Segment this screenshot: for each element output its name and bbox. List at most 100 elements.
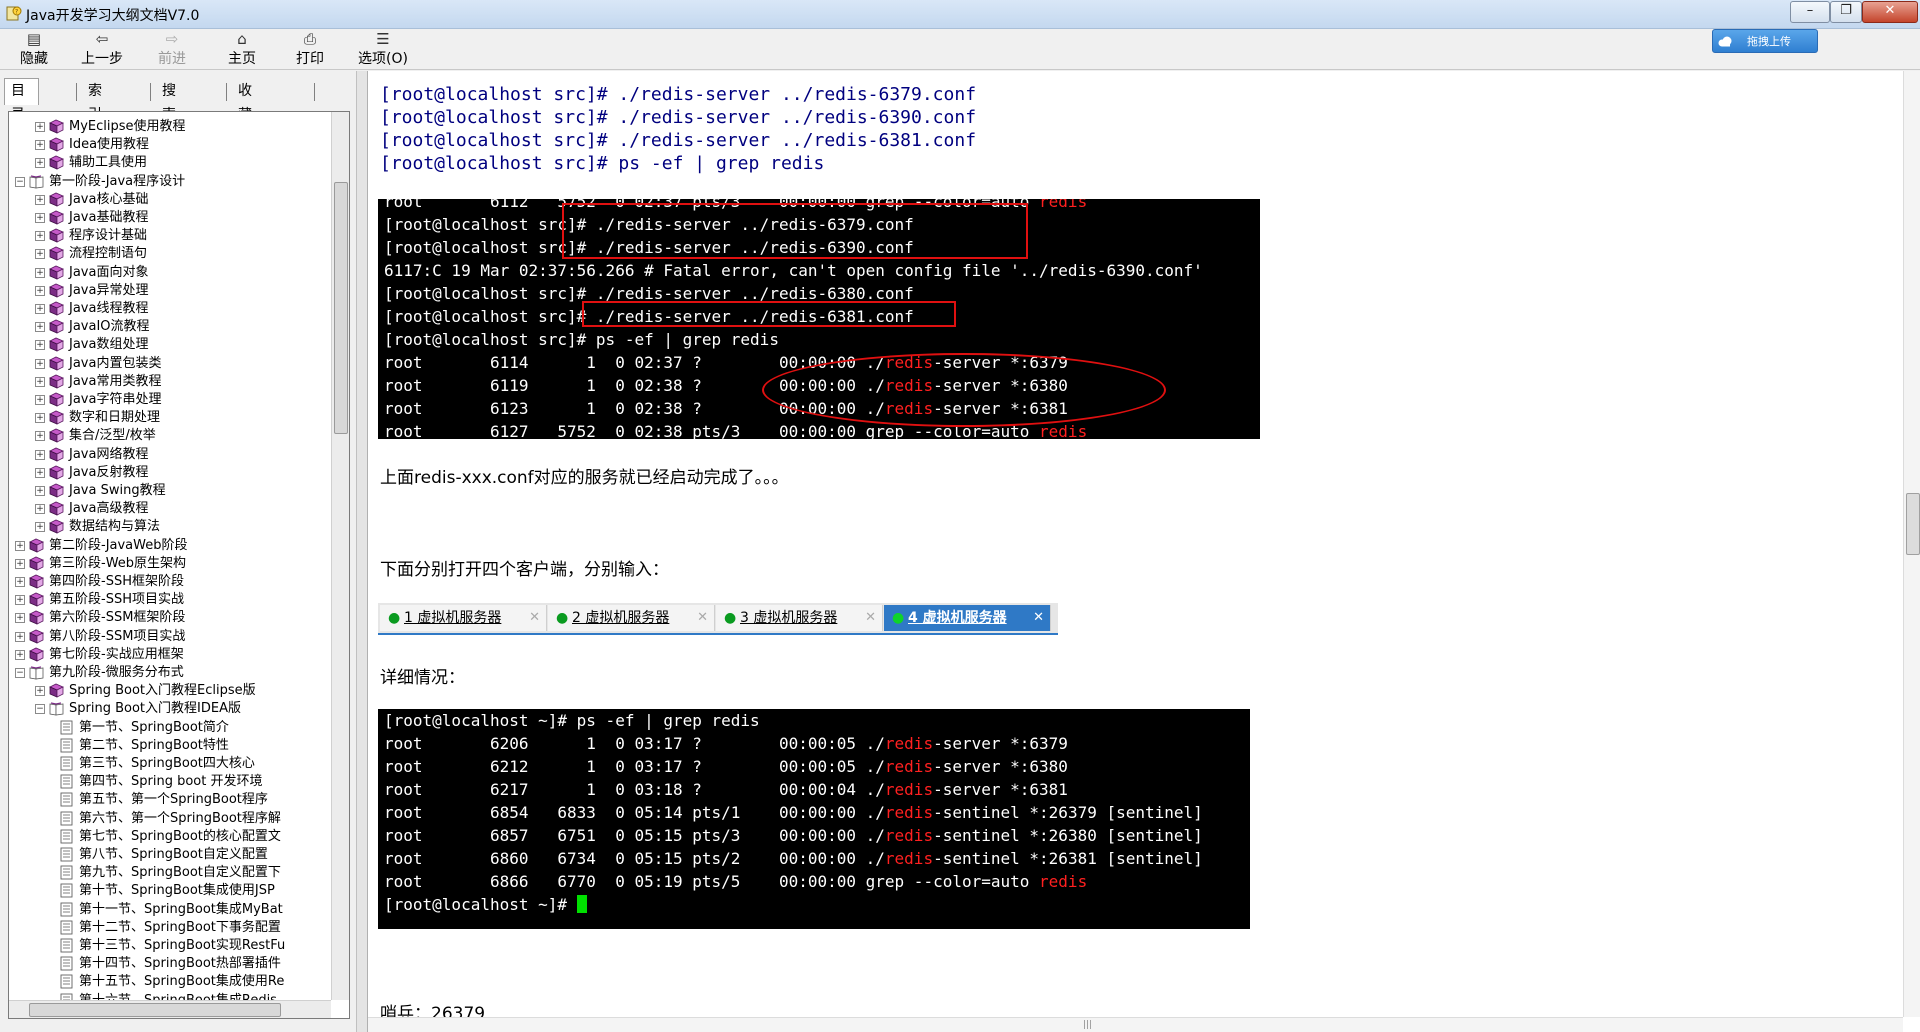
tree-item-label: 第三节、SpringBoot四大核心: [79, 756, 255, 771]
tree-item-label: 第七阶段-实战应用框架: [49, 646, 184, 662]
book-icon: [49, 228, 64, 243]
client-tab-2[interactable]: ● 2 虚拟机服务器 ✕: [548, 605, 715, 631]
expand-icon[interactable]: +: [35, 686, 45, 697]
page-icon: [59, 792, 74, 807]
client-tab-1[interactable]: ● 1 虚拟机服务器 ✕: [380, 605, 547, 631]
expand-icon[interactable]: +: [35, 449, 45, 460]
book-icon: [29, 592, 44, 607]
expand-icon[interactable]: +: [35, 431, 45, 442]
close-tab-icon[interactable]: ✕: [1033, 605, 1044, 631]
expand-icon[interactable]: +: [15, 595, 25, 606]
expand-icon[interactable]: +: [15, 649, 25, 660]
tab-search[interactable]: 搜索(S): [156, 79, 188, 147]
status-dot-icon: ●: [556, 610, 569, 626]
expand-icon[interactable]: +: [35, 467, 45, 478]
book-icon: [49, 246, 64, 262]
expand-icon[interactable]: +: [15, 577, 25, 587]
maximize-button[interactable]: ❐: [1830, 1, 1862, 23]
command-line: [root@localhost src]# ./redis-server ../…: [380, 130, 977, 151]
expand-icon[interactable]: +: [35, 249, 45, 260]
tree-horizontal-scrollbar[interactable]: [9, 1000, 331, 1018]
tree-vertical-scrollbar[interactable]: [331, 112, 349, 1000]
back-button[interactable]: ⇦ 上一步: [72, 30, 132, 68]
expand-icon[interactable]: +: [15, 540, 25, 551]
drag-upload-button[interactable]: 拖拽上传: [1712, 29, 1818, 53]
scroll-thumb[interactable]: [29, 1003, 281, 1017]
expand-icon[interactable]: +: [35, 285, 45, 296]
expand-icon[interactable]: +: [35, 267, 45, 278]
content-vertical-scrollbar[interactable]: [1903, 71, 1920, 1017]
options-button[interactable]: ☰ 选项(O): [348, 30, 418, 68]
arrow-left-icon: ⇦: [95, 30, 109, 48]
client-tab-strip: ● 1 虚拟机服务器 ✕ ● 2 虚拟机服务器 ✕ ● 3 虚拟机服务器 ✕ ● 4 虚拟机服务器 ✕: [378, 603, 1058, 635]
client-tab-4[interactable]: ● 4 虚拟机服务器 ✕: [884, 605, 1051, 631]
expand-icon[interactable]: +: [35, 304, 45, 314]
terminal-line: root 6857 6751 0 05:15 pts/3 00:00:00 ./…: [384, 826, 1203, 845]
cloud-upload-icon: [1718, 36, 1732, 47]
collapse-icon[interactable]: −: [15, 668, 25, 678]
tree-item-label: 第二节、SpringBoot特性: [79, 737, 229, 753]
expand-icon[interactable]: +: [15, 558, 25, 569]
page-icon: [59, 920, 74, 935]
home-button[interactable]: ⌂ 主页: [212, 30, 272, 68]
terminal-line: root 6860 6734 0 05:15 pts/2 00:00:00 ./…: [384, 849, 1203, 868]
hide-button[interactable]: ▤ 隐藏: [4, 30, 64, 68]
expand-icon[interactable]: +: [35, 213, 45, 223]
expand-icon[interactable]: +: [35, 340, 45, 351]
svg-text:?: ?: [15, 9, 18, 16]
expand-icon[interactable]: +: [35, 504, 45, 515]
annotation-box: [582, 301, 956, 327]
page-icon: [59, 865, 74, 880]
expand-icon[interactable]: +: [35, 522, 45, 533]
expand-icon[interactable]: +: [35, 194, 45, 205]
tab-favorites[interactable]: 收藏夹(I): [232, 79, 259, 171]
tree-item-label: 辅助工具使用: [69, 155, 148, 171]
scroll-thumb[interactable]: [1906, 493, 1920, 555]
close-tab-icon[interactable]: ✕: [697, 605, 708, 631]
expand-icon[interactable]: +: [35, 395, 45, 405]
expand-icon[interactable]: +: [35, 158, 45, 169]
tab-index[interactable]: 索引(N): [82, 79, 115, 147]
expand-icon[interactable]: +: [35, 140, 45, 151]
book-icon: [49, 392, 64, 407]
expand-icon[interactable]: +: [15, 631, 25, 642]
paragraph: 上面redis-xxx.conf对应的服务就已经启动完成了。。。: [380, 468, 789, 488]
close-tab-icon[interactable]: ✕: [865, 605, 876, 631]
collapse-icon[interactable]: −: [15, 176, 25, 187]
tab-contents[interactable]: 目录(C): [4, 78, 39, 147]
close-tab-icon[interactable]: ✕: [529, 605, 540, 631]
book-icon: [49, 483, 64, 498]
expand-icon[interactable]: +: [15, 613, 25, 624]
expand-icon[interactable]: +: [35, 231, 45, 242]
book-icon: [49, 501, 64, 516]
book-icon: [49, 301, 64, 316]
tree-item-label: 第八阶段-SSM项目实战: [49, 628, 186, 644]
client-tab-3[interactable]: ● 3 虚拟机服务器 ✕: [716, 605, 883, 631]
terminal-line: [root@localhost src]# ps -ef | grep redi…: [384, 330, 779, 349]
page-icon: [59, 993, 74, 1000]
expand-icon[interactable]: +: [35, 376, 45, 387]
print-button[interactable]: ⎙ 打印: [280, 30, 340, 68]
expand-icon[interactable]: +: [35, 486, 45, 496]
minimize-button[interactable]: –: [1790, 1, 1830, 23]
book-icon: [49, 283, 64, 298]
navigation-pane: 目录(C) 索引(N) 搜索(S) 收藏夹(I) +MyEclipse使用教程+…: [0, 71, 356, 1032]
close-button[interactable]: ✕: [1862, 1, 1918, 23]
content-horizontal-scrollbar[interactable]: |||: [368, 1017, 1903, 1032]
book-icon: [29, 610, 44, 626]
expand-icon[interactable]: +: [35, 413, 45, 424]
tree-item-label: 第十一节、SpringBoot集成MyBat: [79, 901, 283, 917]
forward-button[interactable]: ⇨ 前进: [142, 30, 202, 68]
expand-icon[interactable]: +: [35, 322, 45, 333]
tree-item-label: Spring Boot入门教程Eclipse版: [69, 683, 256, 699]
tree-item-label: 数据结构与算法: [69, 519, 161, 535]
tree-item-label: Java常用类教程: [69, 373, 162, 389]
collapse-icon[interactable]: −: [35, 704, 45, 715]
tree-item-label: Java线程教程: [69, 301, 149, 316]
command-line: [root@localhost src]# ./redis-server ../…: [380, 84, 977, 105]
scroll-thumb[interactable]: [334, 182, 348, 434]
expand-icon[interactable]: +: [35, 358, 45, 369]
hide-pane-icon: ▤: [26, 30, 42, 48]
book-icon: [29, 647, 44, 662]
expand-icon[interactable]: +: [35, 122, 45, 132]
